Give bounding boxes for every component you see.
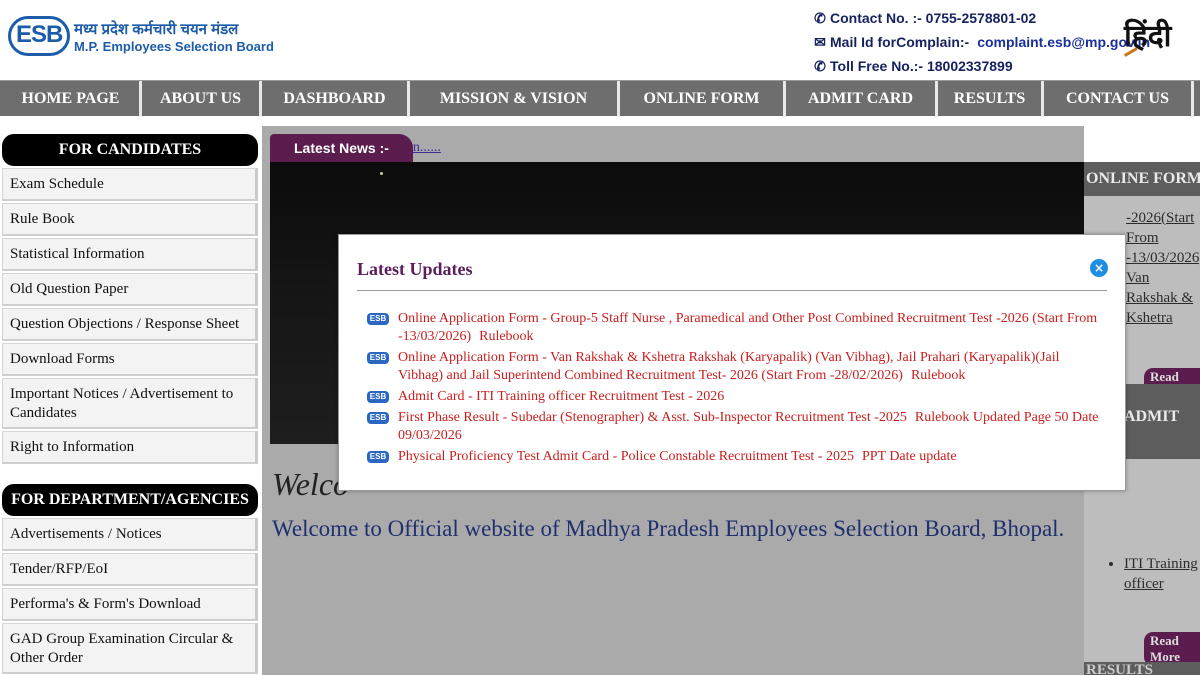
sidebar-item-gad-circular[interactable]: GAD Group Examination Circular & Other O…: [2, 623, 258, 674]
nav-contact-us[interactable]: CONTACT US: [1044, 81, 1194, 117]
phone-icon: ✆: [814, 58, 826, 74]
close-icon[interactable]: ×: [1090, 259, 1108, 277]
latest-updates-modal: Latest Updates × ESB Online Application …: [338, 234, 1126, 491]
update-link[interactable]: Physical Proficiency Test Admit Card - P…: [398, 448, 957, 466]
results-panel-title: RESULTS: [1084, 662, 1200, 675]
update-item: ESB Admit Card - ITI Training officer Re…: [367, 388, 1107, 406]
sidebar-item-rule-book[interactable]: Rule Book: [2, 203, 258, 236]
nav-dashboard[interactable]: DASHBOARD: [262, 81, 410, 117]
sidebar-item-question-objections[interactable]: Question Objections / Response Sheet: [2, 308, 258, 341]
modal-title: Latest Updates: [357, 259, 473, 279]
department-section-title: FOR DEPARTMENT/AGENCIES: [2, 484, 258, 516]
phone-icon: ✆: [814, 10, 826, 26]
update-item: ESB Physical Proficiency Test Admit Card…: [367, 448, 1107, 466]
esb-badge-icon: ESB: [367, 352, 389, 364]
admit-item-link[interactable]: ITI Training officer: [1124, 556, 1198, 592]
welcome-message: Welcome to Official website of Madhya Pr…: [272, 516, 1065, 541]
hindi-language-toggle[interactable]: हिंदी: [1120, 14, 1171, 57]
nav-admit-card[interactable]: ADMIT CARD: [786, 81, 938, 117]
update-extra[interactable]: PPT Date update: [862, 449, 957, 464]
esb-badge-icon: ESB: [367, 451, 389, 463]
update-item: ESB Online Application Form - Van Raksha…: [367, 349, 1107, 385]
esb-badge-icon: ESB: [367, 391, 389, 403]
department-menu: Advertisements / Notices Tender/RFP/EoI …: [2, 518, 258, 674]
latest-news-label: Latest News :-: [270, 134, 413, 162]
contact-number: Contact No. :- 0755-2578801-02: [830, 10, 1037, 26]
sidebar-item-right-to-information[interactable]: Right to Information: [2, 431, 258, 464]
sidebar-item-advertisements[interactable]: Advertisements / Notices: [2, 518, 258, 551]
sidebar-item-performa-download[interactable]: Performa's & Form's Download: [2, 588, 258, 621]
online-form-item[interactable]: -2026(Start From -13/03/2026): [1126, 210, 1200, 266]
esb-badge-icon: ESB: [367, 412, 389, 424]
nav-about-us[interactable]: ABOUT US: [142, 81, 262, 117]
logo-english-name: M.P. Employees Selection Board: [74, 38, 274, 54]
sidebar-item-statistical-information[interactable]: Statistical Information: [2, 238, 258, 271]
sidebar-item-old-question-paper[interactable]: Old Question Paper: [2, 273, 258, 306]
mail-icon: ✉: [814, 34, 826, 50]
mail-label: Mail Id forComplain:-: [830, 34, 970, 50]
latest-news-ticker: Latest News :- n......: [270, 134, 441, 162]
updates-list: ESB Online Application Form - Group-5 St…: [367, 310, 1107, 469]
nav-online-form[interactable]: ONLINE FORM: [620, 81, 786, 117]
sidebar-item-important-notices[interactable]: Important Notices / Advertisement to Can…: [2, 378, 258, 429]
logo-text: मध्य प्रदेश कर्मचारी चयन मंडल M.P. Emplo…: [74, 19, 274, 54]
update-extra[interactable]: Rulebook: [479, 329, 533, 344]
candidates-menu: Exam Schedule Rule Book Statistical Info…: [2, 168, 258, 464]
online-form-item[interactable]: Van Rakshak & Kshetra: [1126, 270, 1193, 326]
update-item: ESB Online Application Form - Group-5 St…: [367, 310, 1107, 346]
logo-letters: ESB: [16, 21, 63, 48]
read-more-button[interactable]: Read More: [1144, 632, 1200, 666]
logo-emblem: ESB: [8, 14, 70, 58]
main-navigation: HOME PAGE ABOUT US DASHBOARD MISSION & V…: [0, 80, 1200, 117]
candidates-section-title: FOR CANDIDATES: [2, 134, 258, 166]
esb-badge-icon: ESB: [367, 313, 389, 325]
modal-divider: [357, 290, 1107, 291]
nav-mission-vision[interactable]: MISSION & VISION: [410, 81, 620, 117]
online-form-panel-title: ONLINE FORM: [1084, 162, 1200, 196]
update-link[interactable]: Admit Card - ITI Training officer Recrui…: [398, 388, 732, 406]
update-item: ESB First Phase Result - Subedar (Stenog…: [367, 409, 1107, 445]
toll-free-number: Toll Free No.:- 18002337899: [830, 58, 1013, 74]
nav-home-page[interactable]: HOME PAGE: [2, 81, 142, 117]
sidebar-item-download-forms[interactable]: Download Forms: [2, 343, 258, 376]
left-sidebar: FOR CANDIDATES Exam Schedule Rule Book S…: [0, 126, 262, 675]
sidebar-item-tender[interactable]: Tender/RFP/EoI: [2, 553, 258, 586]
update-link[interactable]: Online Application Form - Group-5 Staff …: [398, 310, 1107, 346]
contact-info: ✆ Contact No. :- 0755-2578801-02 ✉ Mail Id…: [812, 6, 1150, 78]
admit-panel-list: ITI Training officer: [1106, 554, 1200, 594]
update-link[interactable]: First Phase Result - Subedar (Stenograph…: [398, 409, 1107, 445]
sidebar-item-exam-schedule[interactable]: Exam Schedule: [2, 168, 258, 201]
latest-news-link[interactable]: n......: [413, 140, 441, 156]
update-link[interactable]: Online Application Form - Van Rakshak & …: [398, 349, 1107, 385]
site-header: ESB मध्य प्रदेश कर्मचारी चयन मंडल M.P. E…: [0, 0, 1200, 80]
update-extra[interactable]: Rulebook: [911, 368, 965, 383]
nav-results[interactable]: RESULTS: [938, 81, 1044, 117]
esb-logo[interactable]: ESB मध्य प्रदेश कर्मचारी चयन मंडल M.P. E…: [8, 14, 274, 58]
logo-hindi-name: मध्य प्रदेश कर्मचारी चयन मंडल: [74, 20, 239, 38]
